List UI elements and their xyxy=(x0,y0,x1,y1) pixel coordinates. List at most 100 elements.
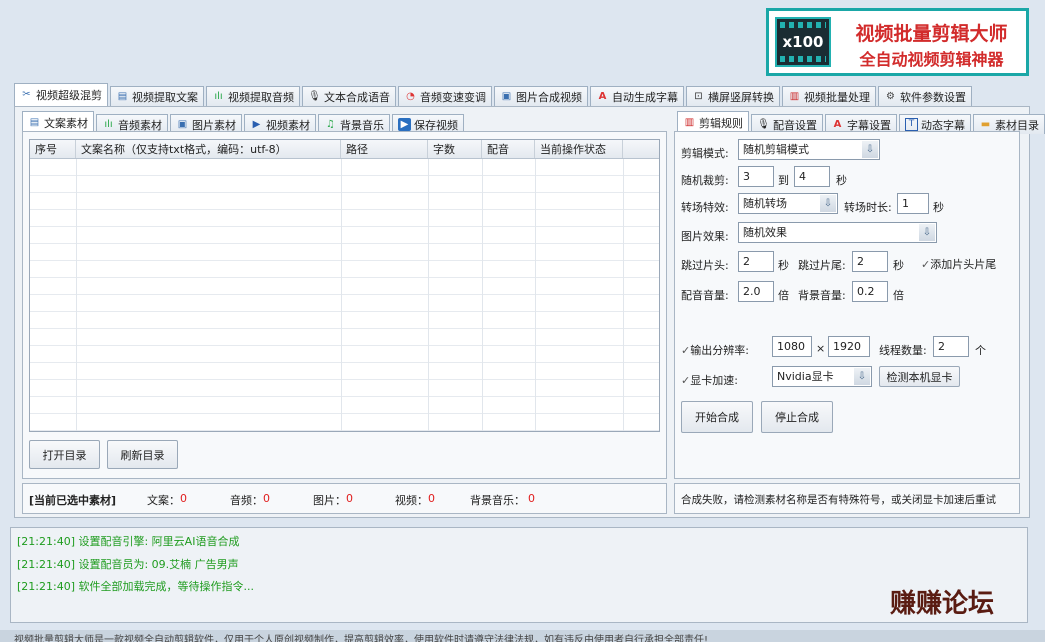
image-count-label: 图片： xyxy=(313,494,346,507)
microphone-icon: 🎙 xyxy=(308,90,321,102)
voice-volume-label: 配音音量: xyxy=(681,289,729,302)
rotate-icon: ⊡ xyxy=(694,90,703,102)
seconds-unit: 秒 xyxy=(933,201,944,214)
times-unit: 倍 xyxy=(778,289,789,302)
column-header-wordcount[interactable]: 字数 xyxy=(428,140,482,158)
speedometer-icon: ◔ xyxy=(406,90,415,102)
logo-subtitle: 全自动视频剪辑神器 xyxy=(859,50,1004,69)
log-line: [21:21:40] 设置配音引擎: 阿里云AI语音合成 xyxy=(17,535,240,548)
bg-volume-label: 背景音量: xyxy=(798,289,846,302)
add-head-tail-checkbox[interactable]: ✓添加片头片尾 xyxy=(921,256,996,272)
gpu-select[interactable]: Nvidia显卡 ⇩ xyxy=(772,366,872,387)
chevron-down-icon: ⇩ xyxy=(820,195,836,212)
main-tab-bar: ✂ 视频超级混剪 ▤ 视频提取文案 ılı 视频提取音频 🎙 文本合成语音 ◔ 音频变速变… xyxy=(14,83,974,106)
tab-audio-speed[interactable]: ◔ 音频变速变调 xyxy=(398,86,492,106)
column-divider xyxy=(341,159,342,431)
folder-icon: ▬ xyxy=(980,118,991,130)
text-box-icon: T xyxy=(905,118,918,131)
status-message-bar: 合成失败，请检测素材名称是否有特殊符号，或关闭显卡加速后重试 xyxy=(674,483,1020,514)
skip-tail-input[interactable]: 2 xyxy=(852,251,888,272)
footer-disclaimer: 视频批量剪辑大师是一款视频全自动剪辑软件，仅用于个人原创视频制作，提高剪辑效率，… xyxy=(14,635,709,642)
column-header-status[interactable]: 当前操作状态 xyxy=(535,140,623,158)
column-header-name[interactable]: 文案名称（仅支持txt格式，编码：utf-8） xyxy=(76,140,341,158)
image-count-value: 0 xyxy=(346,492,353,505)
output-resolution-checkbox[interactable]: ✓输出分辨率: xyxy=(681,342,749,358)
edit-mode-select[interactable]: 随机剪辑模式 ⇩ xyxy=(738,139,880,160)
threads-label: 线程数量: xyxy=(879,344,927,357)
skip-head-input[interactable]: 2 xyxy=(738,251,774,272)
image-effect-label: 图片效果: xyxy=(681,230,729,243)
column-divider xyxy=(535,159,536,431)
to-label: 到 xyxy=(778,174,789,187)
selected-material-bar: [当前已选中素材] 文案： 0 音频： 0 图片： 0 视频： 0 背景音乐： … xyxy=(22,483,667,514)
threads-input[interactable]: 2 xyxy=(933,336,969,357)
stop-synthesis-button[interactable]: 停止合成 xyxy=(761,401,833,433)
times-unit: 倍 xyxy=(893,289,904,302)
table-body[interactable] xyxy=(30,159,659,431)
film-icon: ▥ xyxy=(684,117,695,128)
tab-batch-process[interactable]: ▥ 视频批量处理 xyxy=(782,86,876,106)
refresh-directory-button[interactable]: 刷新目录 xyxy=(107,440,178,469)
check-icon: ✓ xyxy=(921,258,931,271)
tab-settings[interactable]: ⚙ 软件参数设置 xyxy=(878,86,972,106)
material-table[interactable]: 序号 文案名称（仅支持txt格式，编码：utf-8） 路径 字数 配音 当前操作… xyxy=(29,139,660,432)
column-divider xyxy=(76,159,77,431)
tab-image-to-video[interactable]: ▣ 图片合成视频 xyxy=(494,86,588,106)
bgm-count-label: 背景音乐： xyxy=(470,494,525,507)
video-count-label: 视频： xyxy=(395,494,428,507)
chevron-down-icon: ⇩ xyxy=(854,368,870,385)
image-icon: ▣ xyxy=(501,90,512,102)
random-cut-from-input[interactable]: 3 xyxy=(738,166,774,187)
voice-volume-input[interactable]: 2.0 xyxy=(738,281,774,302)
audio-count-label: 音频： xyxy=(230,494,263,507)
open-directory-button[interactable]: 打开目录 xyxy=(29,440,100,469)
music-note-icon: ♫ xyxy=(326,118,335,130)
column-header-index[interactable]: 序号 xyxy=(30,140,76,158)
skip-tail-label: 跳过片尾: xyxy=(798,259,846,272)
text-count-label: 文案： xyxy=(147,494,180,507)
chevron-down-icon: ⇩ xyxy=(919,224,935,241)
resolution-width-input[interactable]: 1080 xyxy=(772,336,812,357)
times-sign: × xyxy=(816,342,826,355)
table-header: 序号 文案名称（仅支持txt格式，编码：utf-8） 路径 字数 配音 当前操作… xyxy=(30,140,659,159)
random-cut-to-input[interactable]: 4 xyxy=(794,166,830,187)
log-line: [21:21:40] 软件全部加载完成，等待操作指令... xyxy=(17,580,254,593)
gear-icon: ⚙ xyxy=(886,90,895,102)
transition-select[interactable]: 随机转场 ⇩ xyxy=(738,193,838,214)
document-icon: ▤ xyxy=(117,90,128,102)
bg-volume-input[interactable]: 0.2 xyxy=(852,281,888,302)
selected-material-title: [当前已选中素材] xyxy=(29,494,117,507)
resolution-height-input[interactable]: 1920 xyxy=(828,336,870,357)
bgm-count-value: 0 xyxy=(528,492,535,505)
tab-auto-subtitle[interactable]: A 自动生成字幕 xyxy=(590,86,684,106)
tab-text-to-speech[interactable]: 🎙 文本合成语音 xyxy=(302,86,396,106)
audio-wave-icon: ılı xyxy=(214,90,223,102)
start-synthesis-button[interactable]: 开始合成 xyxy=(681,401,753,433)
seconds-unit: 秒 xyxy=(893,259,904,272)
random-cut-label: 随机裁剪: xyxy=(681,174,729,187)
transition-duration-input[interactable]: 1 xyxy=(897,193,929,214)
transition-label: 转场特效: xyxy=(681,201,729,214)
gpu-accel-checkbox[interactable]: ✓显卡加速: xyxy=(681,372,738,388)
check-icon: ✓ xyxy=(681,374,691,387)
chevron-down-icon: ⇩ xyxy=(862,141,878,158)
logo-title: 视频批量剪辑大师 xyxy=(855,23,1008,45)
scissors-icon: ✂ xyxy=(22,89,31,100)
image-effect-select[interactable]: 随机效果 ⇩ xyxy=(738,222,937,243)
tab-orientation-convert[interactable]: ⊡ 横屏竖屏转换 xyxy=(686,86,780,106)
column-header-voice[interactable]: 配音 xyxy=(482,140,535,158)
footer-bar: 视频批量剪辑大师是一款视频全自动剪辑软件，仅用于个人原创视频制作，提高剪辑效率，… xyxy=(0,630,1045,642)
audio-count-value: 0 xyxy=(263,492,270,505)
tab-video-super-mix[interactable]: ✂ 视频超级混剪 xyxy=(14,83,108,106)
edit-mode-label: 剪辑模式: xyxy=(681,147,729,160)
image-icon: ▣ xyxy=(177,118,188,130)
film-reel-logo-icon: x100 xyxy=(775,17,831,67)
count-unit: 个 xyxy=(975,344,986,357)
check-icon: ✓ xyxy=(681,344,691,357)
seconds-unit: 秒 xyxy=(778,259,789,272)
tab-extract-text[interactable]: ▤ 视频提取文案 xyxy=(110,86,204,106)
column-divider xyxy=(428,159,429,431)
column-header-path[interactable]: 路径 xyxy=(341,140,428,158)
detect-gpu-button[interactable]: 检测本机显卡 xyxy=(879,366,960,387)
tab-extract-audio[interactable]: ılı 视频提取音频 xyxy=(206,86,300,106)
